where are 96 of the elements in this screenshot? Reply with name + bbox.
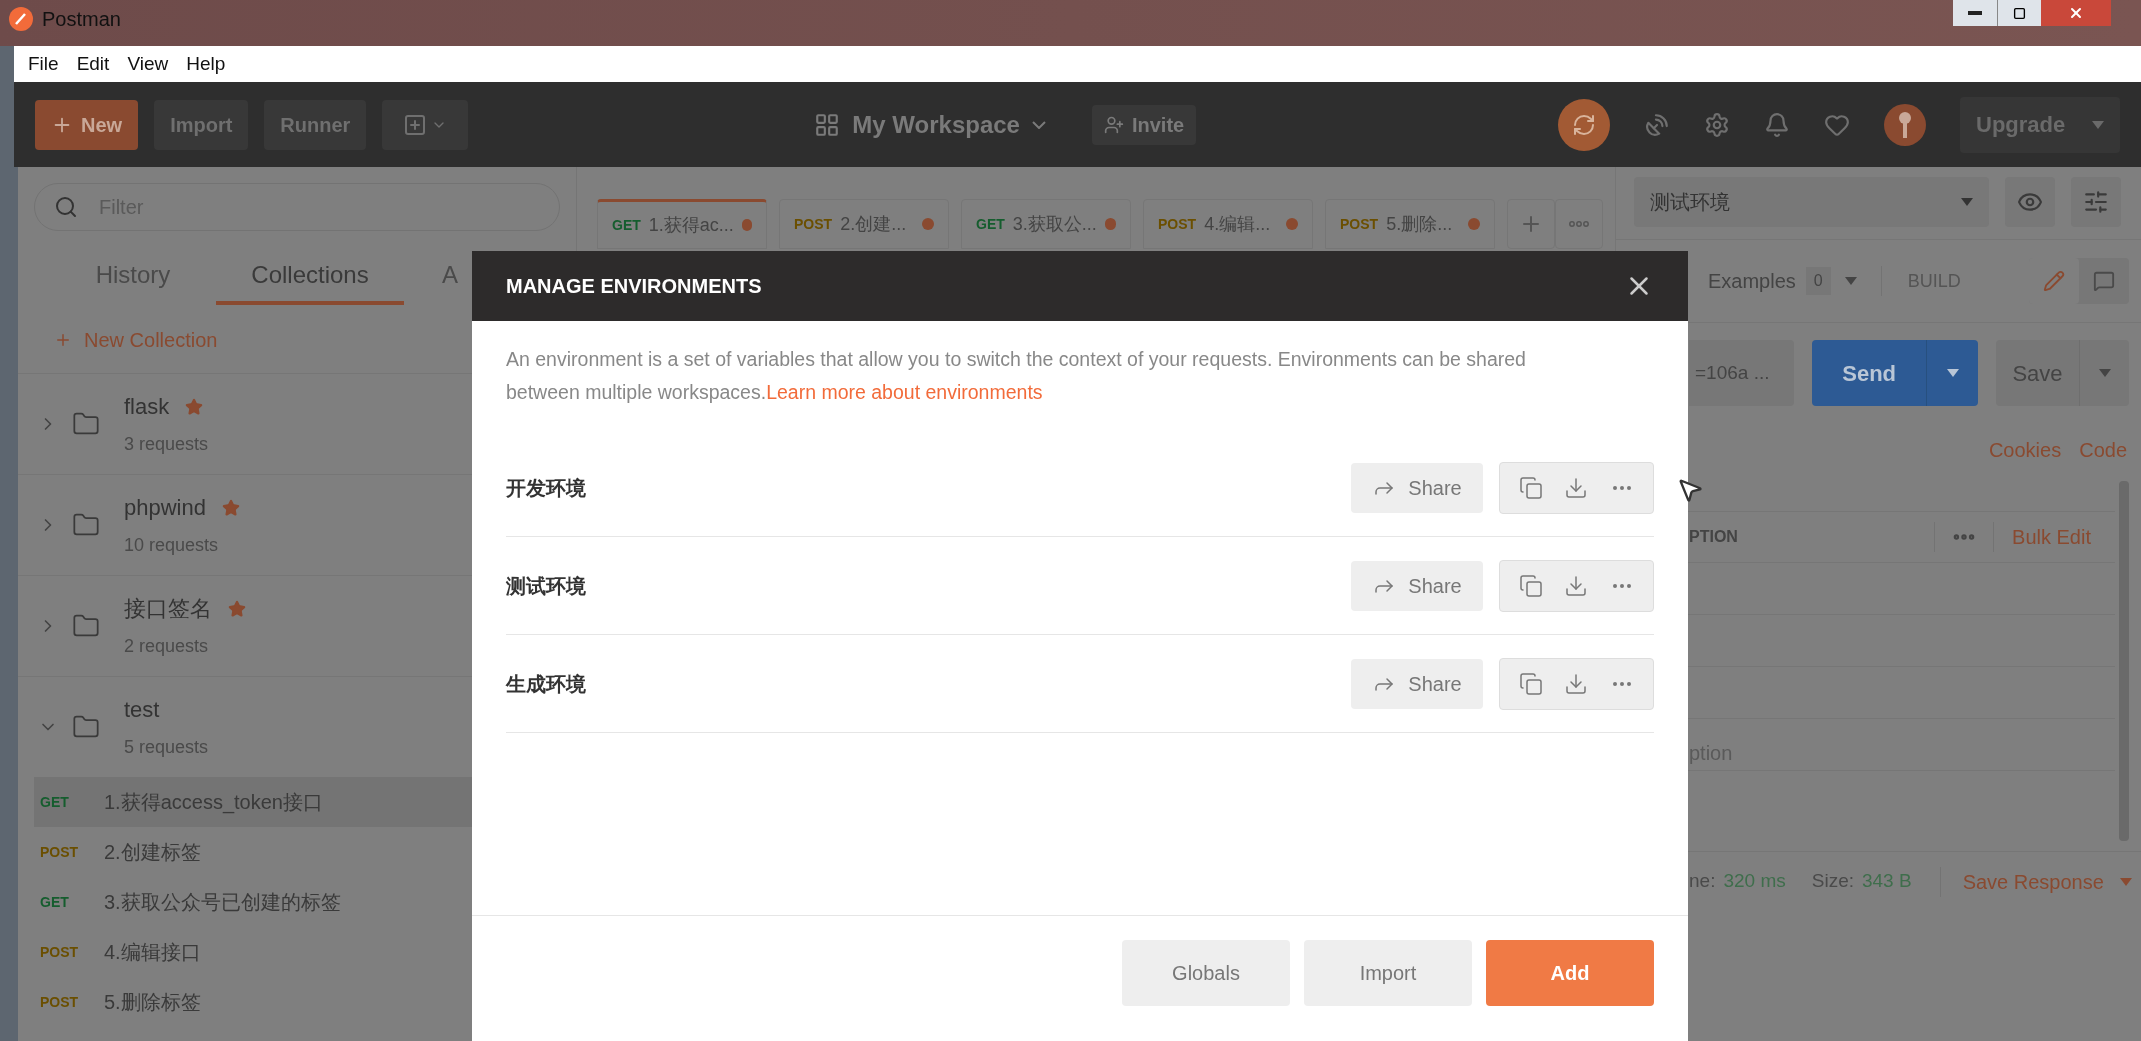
- maximize-icon: [2013, 6, 2026, 20]
- settings-icon[interactable]: [1704, 111, 1730, 138]
- close-window-button[interactable]: [2041, 0, 2111, 26]
- sync-icon: [1572, 112, 1596, 137]
- request-tab[interactable]: POST 2.创建...: [779, 199, 949, 249]
- request-tab[interactable]: POST 5.删除...: [1325, 199, 1495, 249]
- duplicate-icon[interactable]: [1518, 573, 1543, 598]
- caret-icon: [2119, 877, 2132, 886]
- minimize-icon: [1968, 11, 1982, 15]
- method-label: POST: [39, 992, 80, 1012]
- menu-item[interactable]: File: [28, 49, 59, 79]
- tab-title: 3.获取公...: [1012, 212, 1097, 236]
- method-label: POST: [39, 842, 80, 862]
- environment-dropdown[interactable]: 测试环境: [1634, 177, 1989, 227]
- ellipsis-icon: [1569, 221, 1589, 227]
- duplicate-icon[interactable]: [1518, 671, 1543, 696]
- download-icon[interactable]: [1564, 671, 1589, 696]
- modal-button[interactable]: Import: [1304, 940, 1472, 1006]
- examples-label: Examples: [1708, 269, 1796, 294]
- sliders-icon: [2083, 189, 2109, 215]
- menu-item[interactable]: Help: [186, 49, 226, 79]
- comment-icon: [2093, 270, 2115, 292]
- new-window-button[interactable]: [382, 99, 469, 150]
- cookies-link[interactable]: Cookies: [1988, 435, 2062, 465]
- code-link[interactable]: Code: [2079, 435, 2127, 465]
- avatar-icon[interactable]: [1884, 103, 1926, 146]
- tab-title: 2.创建...: [840, 212, 907, 236]
- method-label: POST: [1340, 214, 1379, 234]
- collection-name: flask: [124, 393, 170, 421]
- request-tab[interactable]: POST 4.编辑...: [1143, 199, 1313, 249]
- method-label: GET: [612, 215, 641, 235]
- send-button[interactable]: Send: [1812, 340, 1978, 406]
- new-button[interactable]: New: [35, 99, 139, 150]
- column-header: PTION: [1689, 527, 1738, 547]
- collection-name: 接口签名: [124, 595, 212, 623]
- caret-icon: [1844, 277, 1857, 285]
- caret-icon: [1961, 198, 1973, 206]
- modal-button[interactable]: Globals: [1122, 940, 1290, 1006]
- method-label: POST: [39, 942, 80, 962]
- share-button[interactable]: Share: [1351, 462, 1483, 513]
- search-icon: [54, 195, 78, 219]
- tab-title: 1.获得ac...: [648, 213, 734, 237]
- caret-icon: [1946, 369, 1959, 377]
- workspace-grid-icon: [814, 111, 841, 138]
- request-name: 4.编辑接口: [104, 940, 201, 965]
- window-title: Postman: [42, 7, 121, 32]
- request-tab[interactable]: GET 3.获取公...: [961, 199, 1131, 249]
- satellite-dish-icon[interactable]: [1644, 111, 1670, 138]
- workspace-dropdown[interactable]: My Workspace: [852, 106, 1046, 143]
- menu-item[interactable]: Edit: [76, 49, 110, 79]
- caret-icon: [2098, 369, 2111, 377]
- download-icon[interactable]: [1564, 573, 1589, 598]
- app-logo-icon: [8, 6, 34, 32]
- request-name: 5.删除标签: [104, 990, 201, 1015]
- request-name: 3.获取公众号已创建的标签: [104, 890, 341, 915]
- close-icon: [2068, 5, 2084, 21]
- minimize-button[interactable]: [1953, 0, 1997, 26]
- environment-quick-look-button[interactable]: [2005, 177, 2055, 227]
- more-tabs-button[interactable]: [1555, 199, 1603, 249]
- tab-title: 4.编辑...: [1204, 212, 1271, 236]
- learn-more-link[interactable]: Learn more about environments: [766, 381, 1043, 403]
- tab-title: 5.删除...: [1386, 212, 1453, 236]
- share-button[interactable]: Share: [1351, 658, 1483, 709]
- bulk-edit-link[interactable]: Bulk Edit: [2012, 522, 2091, 552]
- sync-button[interactable]: [1558, 98, 1610, 151]
- modal-title: MANAGE ENVIRONMENTS: [506, 274, 762, 299]
- invite-button[interactable]: Invite: [1091, 104, 1197, 145]
- download-icon[interactable]: [1564, 475, 1589, 500]
- environment-settings-button[interactable]: [2071, 177, 2121, 227]
- response-size: 343 B: [1862, 869, 1912, 894]
- new-tab-button[interactable]: [1507, 199, 1555, 249]
- menu-item[interactable]: View: [127, 49, 169, 79]
- method-label: GET: [976, 214, 1005, 234]
- new-collection-button[interactable]: New Collection: [54, 325, 218, 355]
- maximize-button[interactable]: [1997, 0, 2041, 26]
- caret-icon: [2092, 120, 2104, 129]
- notification-bell-icon[interactable]: [1764, 111, 1790, 138]
- window-plus-icon: [403, 112, 428, 137]
- response-time: 320 ms: [1723, 869, 1786, 894]
- sidebar-tab[interactable]: Collections: [216, 257, 404, 305]
- method-label: GET: [39, 792, 70, 812]
- collection-name: test: [124, 696, 160, 724]
- modal-button[interactable]: Add: [1486, 940, 1654, 1006]
- duplicate-icon[interactable]: [1518, 475, 1543, 500]
- save-response-button[interactable]: Save Response: [1962, 866, 2132, 897]
- method-label: POST: [1158, 214, 1197, 234]
- method-label: POST: [794, 214, 833, 234]
- request-name: 2.创建标签: [104, 840, 201, 865]
- plus-icon: [54, 331, 72, 349]
- share-button[interactable]: Share: [1351, 560, 1483, 611]
- user-plus-icon: [1103, 114, 1124, 135]
- method-label: GET: [39, 892, 70, 912]
- collection-name: phpwind: [124, 494, 206, 522]
- pencil-icon: [2043, 270, 2065, 292]
- request-name: 1.获得access_token接口: [104, 790, 323, 816]
- chevron-down-icon: [1031, 120, 1046, 129]
